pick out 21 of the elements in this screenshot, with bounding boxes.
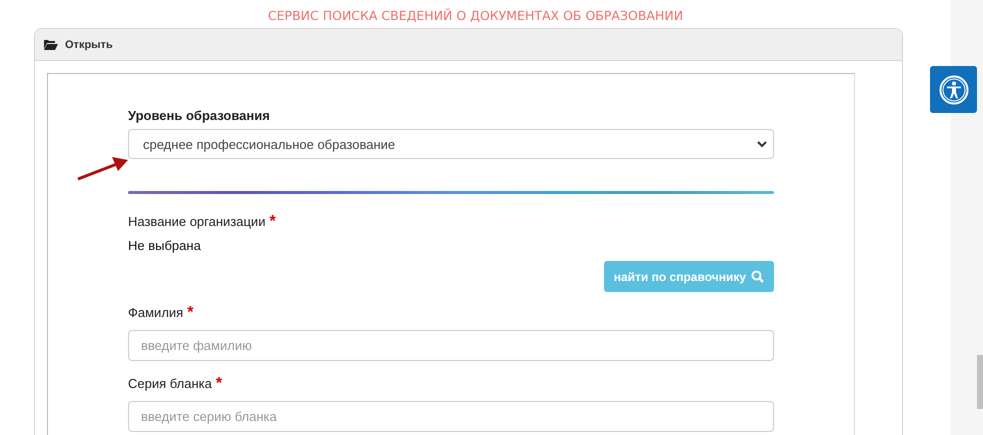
panel-header[interactable]: Открыть [35,29,902,61]
chevron-down-icon [757,140,767,148]
page-title: СЕРВИС ПОИСКА СВЕДЕНИЙ О ДОКУМЕНТАХ ОБ ОБРАЗОВАНИИ [268,8,684,25]
required-asterisk: * [187,304,194,321]
field-label: Уровень образования [128,108,271,123]
field-label: Фамилия [128,305,184,320]
field-label: Серия бланка [128,376,212,391]
select-field[interactable]: среднее профессиональное образование [128,129,774,159]
panel-header-label: Открыть [65,38,113,50]
input-field[interactable]: введите фамилию [128,330,774,361]
required-asterisk: * [216,375,222,392]
field-label: Название организации [128,214,266,229]
input-field[interactable]: введите серию бланка [128,401,774,432]
field-value: Не выбрана [128,238,202,253]
arrow-icon [77,154,129,181]
folder-icon [44,39,58,50]
scrollbar-thumb[interactable] [977,355,983,409]
accessibility-button[interactable] [930,66,977,113]
search-icon [751,270,764,283]
accessibility-icon [938,74,968,104]
required-asterisk: * [269,213,276,230]
